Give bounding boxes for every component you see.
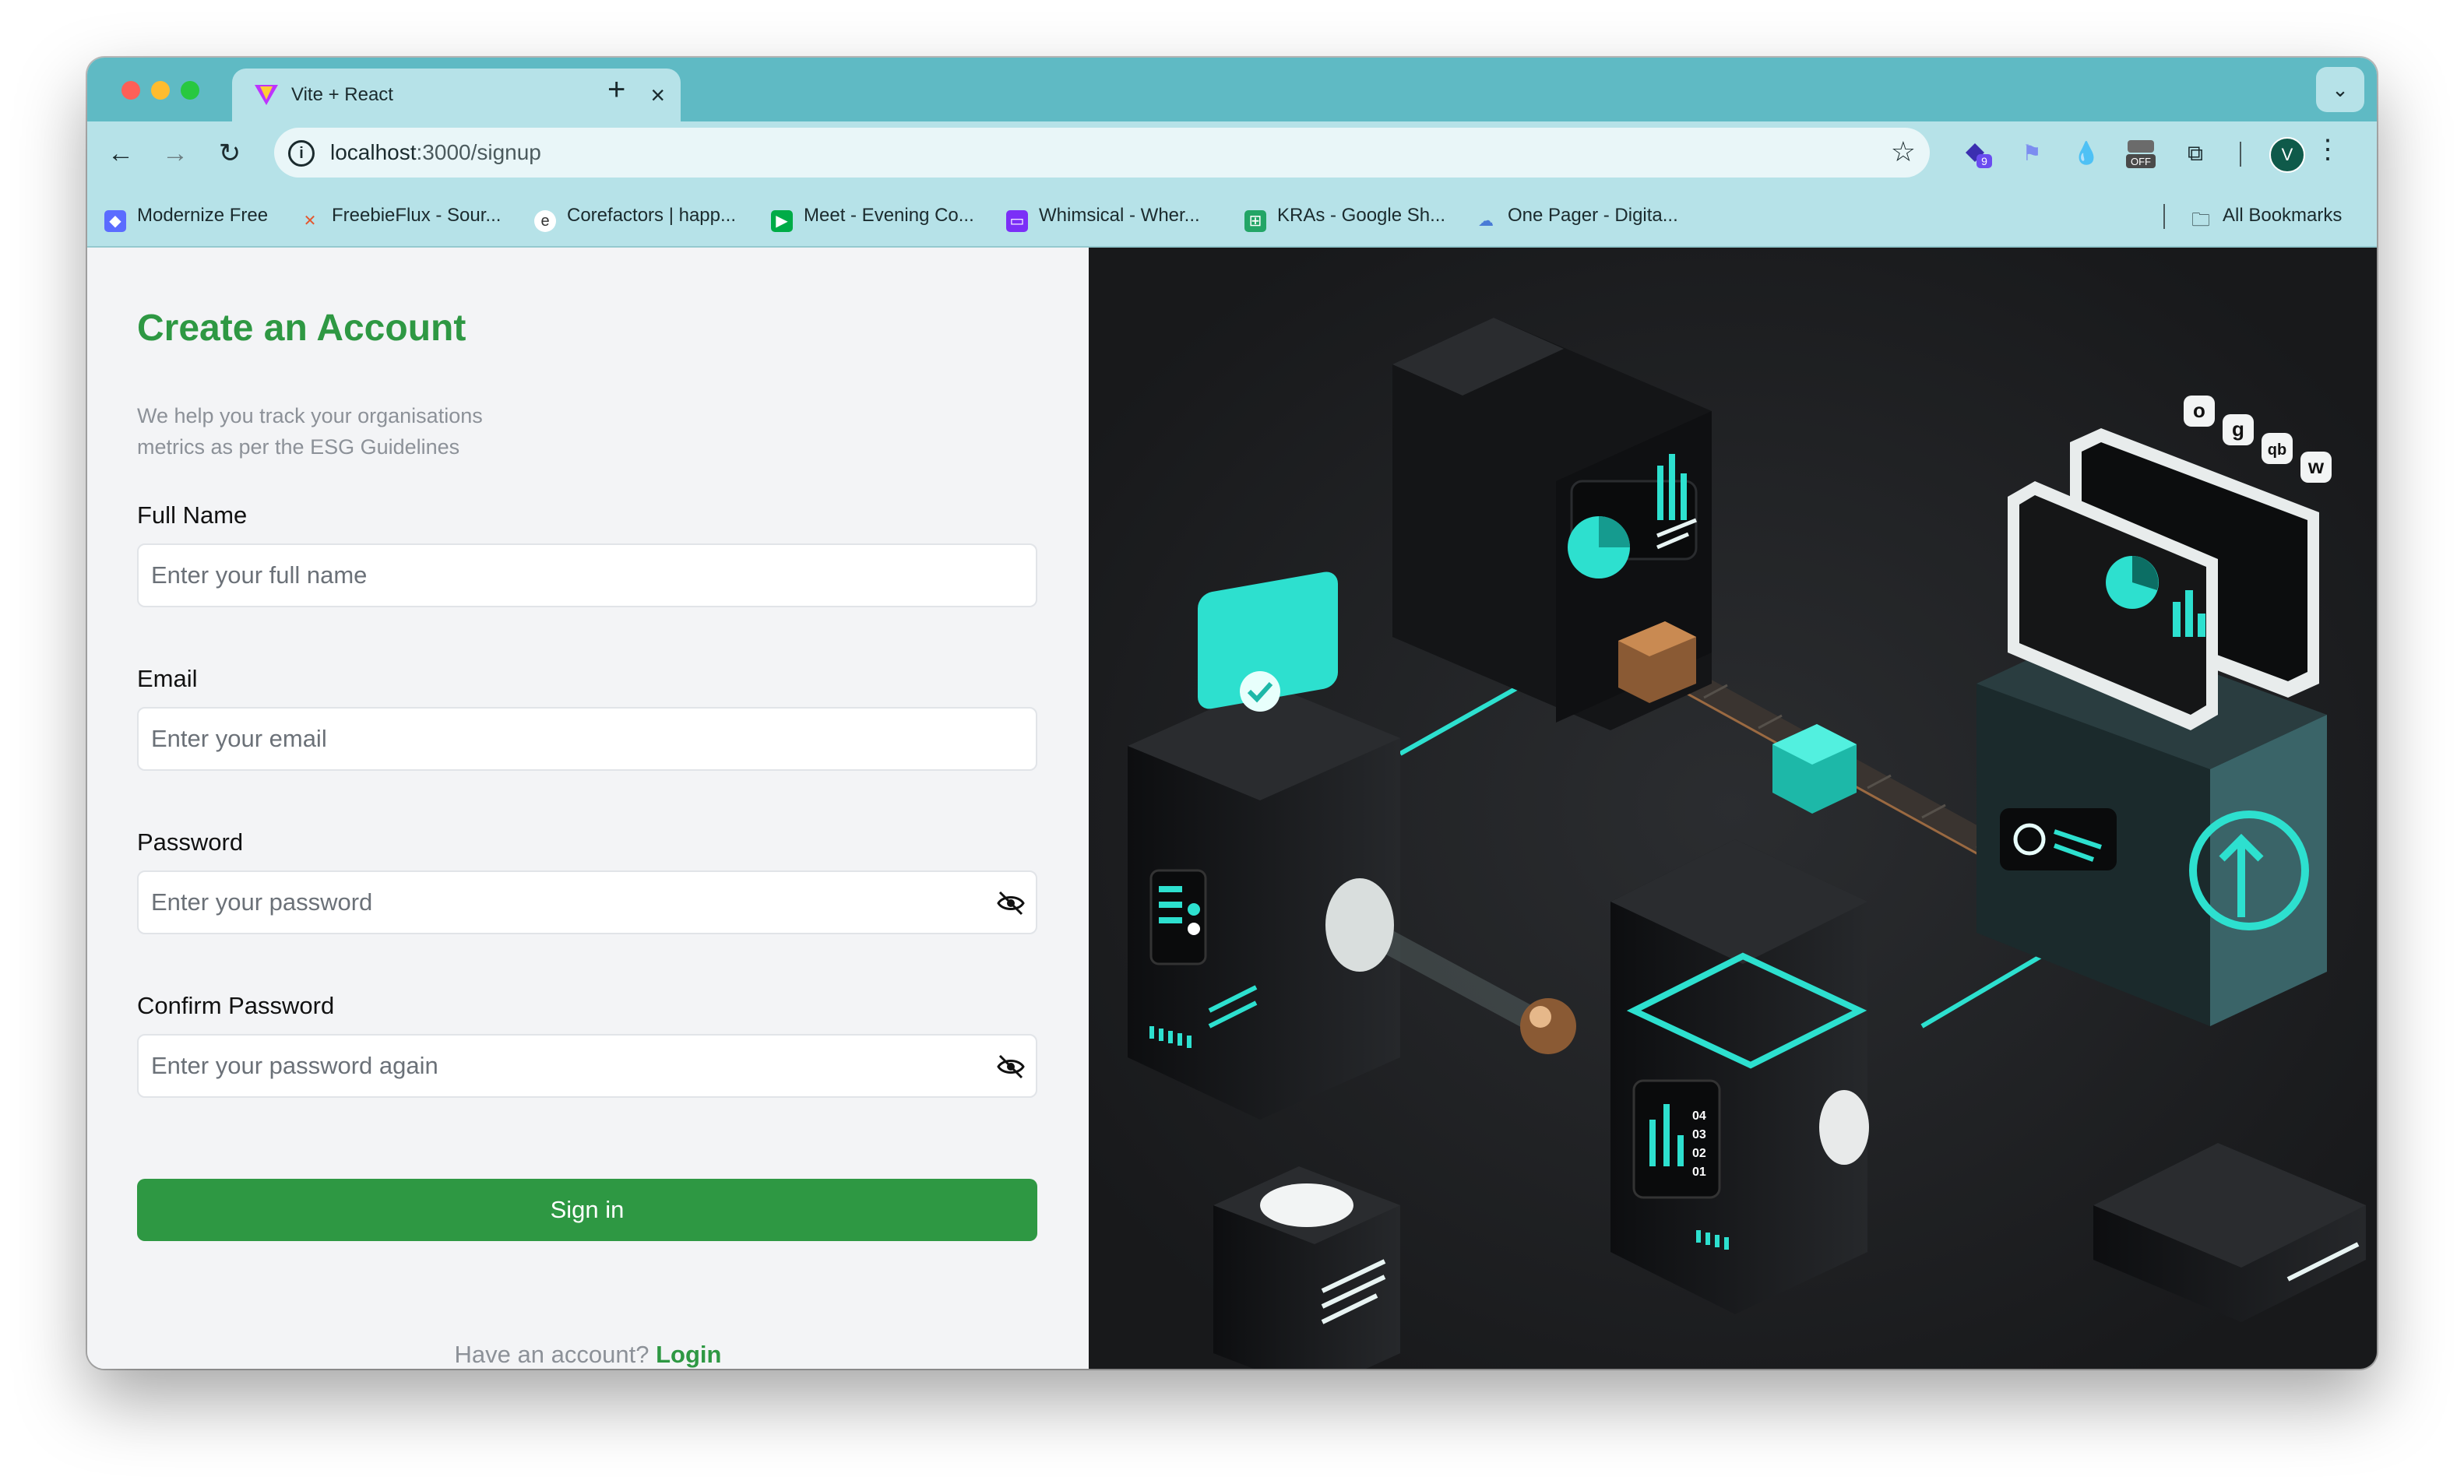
bookmark-label: Corefactors | happ... [567,205,737,226]
full-name-label: Full Name [137,501,248,529]
password-label: Password [137,828,244,856]
logo-tile-letter: o [2193,399,2205,422]
bookmark-label: Modernize Free [137,205,269,226]
bookmarks-bar: ◆ Modernize Free ✕ FreebieFlux - Sour... e… [87,185,2377,248]
maximize-window-button[interactable] [181,81,199,100]
minimize-window-button[interactable] [151,81,170,100]
all-bookmarks-label: All Bookmarks [2223,205,2343,226]
bookmark-label: One Pager - Digita... [1508,205,1678,226]
confirm-password-field[interactable] [137,1034,1037,1098]
chart-tick: 03 [1692,1128,1706,1141]
bookmark-label: Whimsical - Wher... [1039,205,1200,226]
logo-tile-letter: qb [2268,441,2286,459]
eye-off-icon[interactable] [995,888,1026,919]
bookmark-label: FreebieFlux - Sour... [332,205,502,226]
address-bar[interactable]: i localhost:3000/signup ☆ [274,128,1930,178]
url-path: :3000/signup [416,140,541,164]
toolbar-divider [2240,142,2241,167]
back-button[interactable]: ← [103,135,139,171]
extension-badge-icon[interactable]: 9 [1959,135,1995,171]
url-host: localhost [330,140,417,164]
bookmark-item[interactable]: ⊞ KRAs - Google Sh... [1244,201,1446,232]
password-input[interactable] [139,872,961,933]
onedrive-icon: ☁ [1478,213,1494,230]
freebieflux-icon: ✕ [303,213,317,230]
google-meet-icon: ▶ [771,210,793,232]
google-sheets-icon: ⊞ [1244,210,1266,232]
reload-button[interactable]: ↻ [212,135,248,171]
forward-button[interactable]: → [157,135,193,171]
toggle-off-label: OFF [2131,156,2151,167]
tab-strip: Vite + React × + ⌄ [87,58,2377,121]
chart-tick: 01 [1692,1166,1706,1179]
email-label: Email [137,665,198,692]
folder-icon: 🗀 [2191,209,2210,230]
browser-menu-icon[interactable]: ⋮ [2314,134,2341,165]
chart-tick: 02 [1692,1147,1706,1160]
bookmark-star-icon[interactable]: ☆ [1891,135,1916,168]
url-text[interactable]: localhost:3000/signup [330,140,541,165]
whimsical-icon: ▭ [1006,210,1028,232]
full-name-input[interactable] [139,545,961,606]
extensions-puzzle-icon[interactable]: ⧉ [2177,135,2213,171]
off-toggle-extension-icon[interactable]: OFF [2123,135,2159,171]
bookmark-item[interactable]: ▶ Meet - Evening Co... [771,201,974,232]
site-info-icon[interactable]: i [288,140,315,167]
bookmark-item[interactable]: ◆ Modernize Free [104,201,269,232]
all-bookmarks-button[interactable]: 🗀 All Bookmarks [2190,201,2342,230]
full-name-field[interactable] [137,543,1037,607]
new-tab-button[interactable]: + [607,70,625,109]
bookmark-label: KRAs - Google Sh... [1277,205,1446,226]
tab-close-button[interactable]: × [650,79,665,111]
login-prompt: Have an account? Login [87,1341,1089,1369]
close-window-button[interactable] [121,81,140,100]
bookmark-label: Meet - Evening Co... [804,205,974,226]
logo-tile-letter: g [2232,417,2244,441]
corefactors-icon: e [534,210,556,232]
confirm-password-input[interactable] [139,1036,961,1096]
browser-window: Vite + React × + ⌄ ← → ↻ i localhost:300… [87,58,2377,1369]
bookmark-item[interactable]: ▭ Whimsical - Wher... [1006,201,1200,232]
extension-shape-icon: 9 [1966,143,1992,168]
password-field[interactable] [137,870,1037,934]
bookmark-flag-extension-icon[interactable]: ⚑ [2014,135,2050,171]
tab-search-button[interactable]: ⌄ [2316,67,2364,112]
bookmark-item[interactable]: ✕ FreebieFlux - Sour... [299,201,502,230]
email-field[interactable] [137,707,1037,771]
modernize-icon: ◆ [104,210,126,232]
bookmark-item[interactable]: ☁ One Pager - Digita... [1475,201,1678,230]
confirm-password-label: Confirm Password [137,992,335,1019]
login-prompt-text: Have an account? [454,1341,649,1368]
extension-badge-count: 9 [1981,155,1987,167]
bookmarks-divider [2163,204,2165,229]
browser-toolbar: ← → ↻ i localhost:3000/signup ☆ 9 ⚑ 💧 OF… [87,121,2377,185]
drop-extension-icon[interactable]: 💧 [2068,135,2104,171]
sign-in-button[interactable]: Sign in [137,1179,1037,1241]
logo-tile-letter: w [2307,455,2325,478]
signup-panel: Create an Account We help you track your… [87,248,1089,1369]
tab-title: Vite + React [291,84,393,105]
bookmark-item[interactable]: e Corefactors | happ... [534,201,737,232]
chart-tick: 04 [1692,1109,1706,1123]
profile-avatar[interactable]: V [2269,137,2305,173]
login-link[interactable]: Login [656,1341,721,1368]
eye-off-icon[interactable] [995,1051,1026,1082]
vite-icon [255,85,278,105]
isometric-machines-illustration: 04 03 02 01 o g qb w [1089,248,2377,1369]
hero-illustration: 04 03 02 01 o g qb w [1089,248,2377,1369]
page-subtitle: We help you track your organisations met… [137,404,483,459]
toggle-off-icon: OFF [2126,140,2156,168]
page-title: Create an Account [137,308,466,349]
email-input[interactable] [139,709,961,769]
page-content: Create an Account We help you track your… [87,248,2377,1369]
